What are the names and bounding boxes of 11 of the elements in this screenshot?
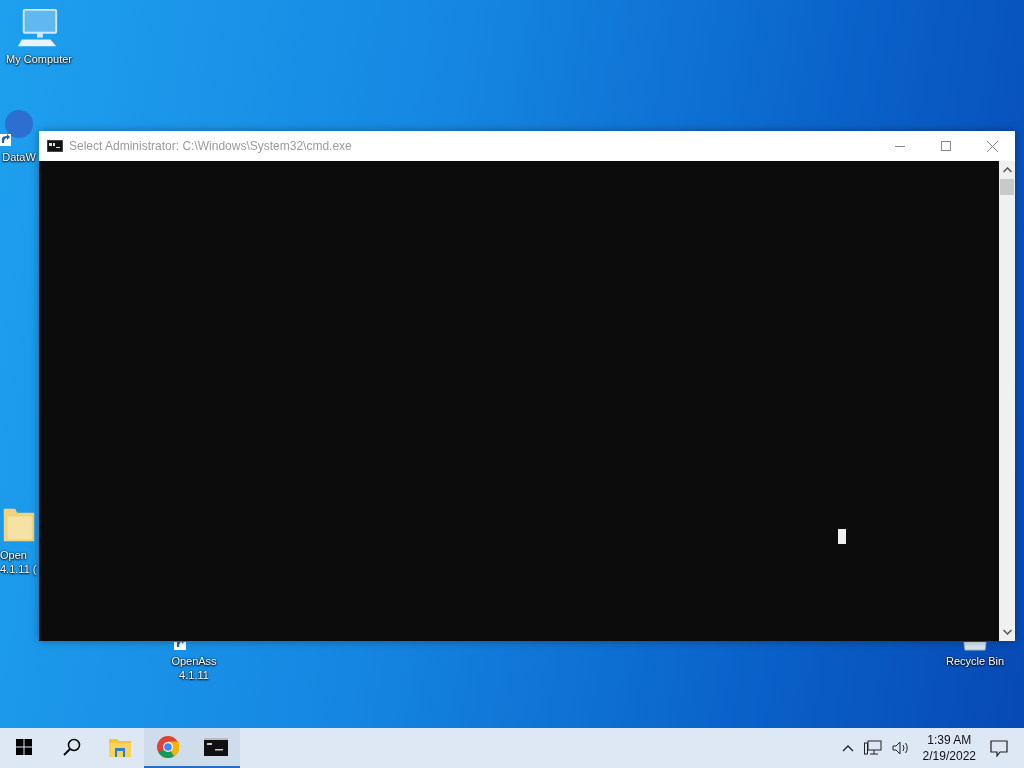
icon-label[interactable]: 4.1.11 ( bbox=[0, 562, 37, 576]
icon-label[interactable]: Recycle Bin bbox=[945, 654, 1005, 668]
icon-label[interactable]: OpenAss bbox=[171, 654, 217, 668]
clock-date: 2/19/2022 bbox=[922, 748, 976, 764]
window-title: Select Administrator: C:\Windows\System32\cmd.exe bbox=[69, 139, 352, 153]
icon-label[interactable]: 4.1.11 bbox=[179, 668, 209, 682]
icon-label[interactable]: My Computer bbox=[6, 52, 72, 66]
clock-time: 1:39 AM bbox=[927, 732, 972, 748]
clock[interactable]: 1:39 AM 2/19/2022 bbox=[922, 732, 976, 764]
icon-label[interactable]: DataW bbox=[2, 150, 36, 164]
icon-label[interactable]: Open bbox=[0, 548, 27, 562]
